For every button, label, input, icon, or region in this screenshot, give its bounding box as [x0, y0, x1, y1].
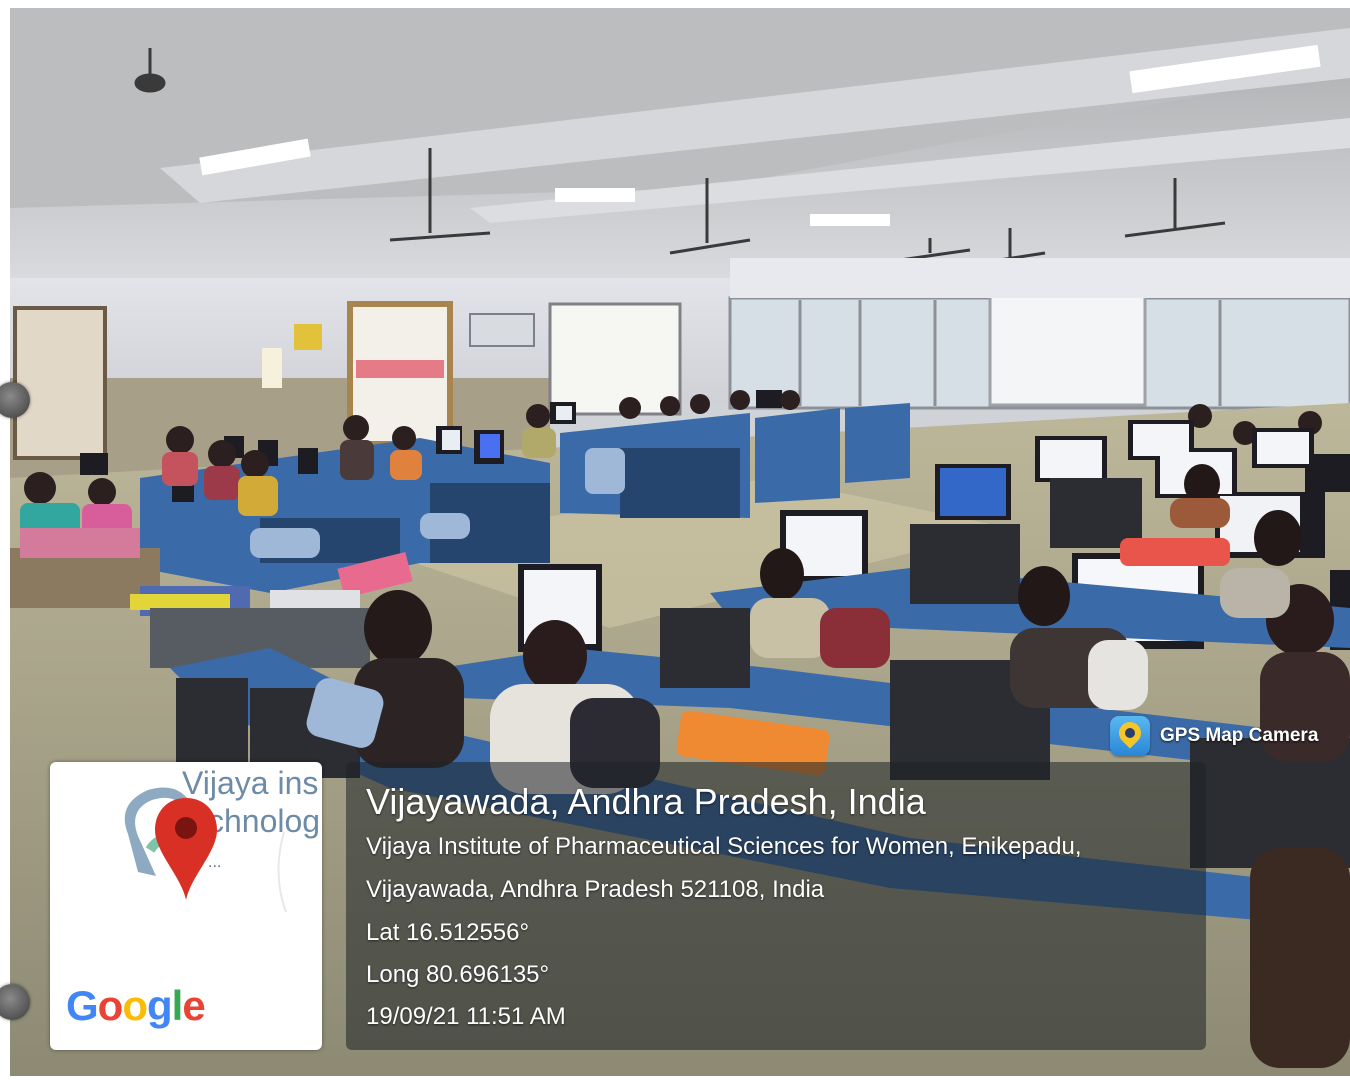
longitude: Long 80.696135° — [366, 961, 550, 988]
address-line-1: Vijaya Institute of Pharmaceutical Scien… — [366, 833, 1082, 860]
gps-map-camera-icon — [1110, 716, 1150, 756]
red-location-pin-icon — [155, 798, 217, 900]
gps-map-camera-badge: GPS Map Camera — [1110, 714, 1318, 758]
google-logo-letter: e — [182, 982, 205, 1029]
google-logo-letter: o — [97, 982, 124, 1029]
location-info-panel: Vijayawada, Andhra Pradesh, India Vijaya… — [346, 762, 1206, 1050]
latitude: Lat 16.512556° — [366, 919, 530, 946]
gps-map-camera-label: GPS Map Camera — [1160, 725, 1319, 746]
google-logo: Google — [66, 982, 206, 1030]
google-logo-letter: G — [66, 982, 99, 1029]
google-logo-letter: o — [122, 982, 148, 1029]
timestamp: 19/09/21 11:51 AM — [366, 1003, 566, 1030]
map-thumbnail: Vijaya ins chnolog ... Google — [50, 762, 322, 1050]
address-line-2: Vijayawada, Andhra Pradesh 521108, India — [366, 876, 825, 903]
location-title: Vijayawada, Andhra Pradesh, India — [366, 781, 926, 822]
google-logo-letter: l — [171, 982, 184, 1029]
google-logo-letter: g — [146, 982, 173, 1029]
